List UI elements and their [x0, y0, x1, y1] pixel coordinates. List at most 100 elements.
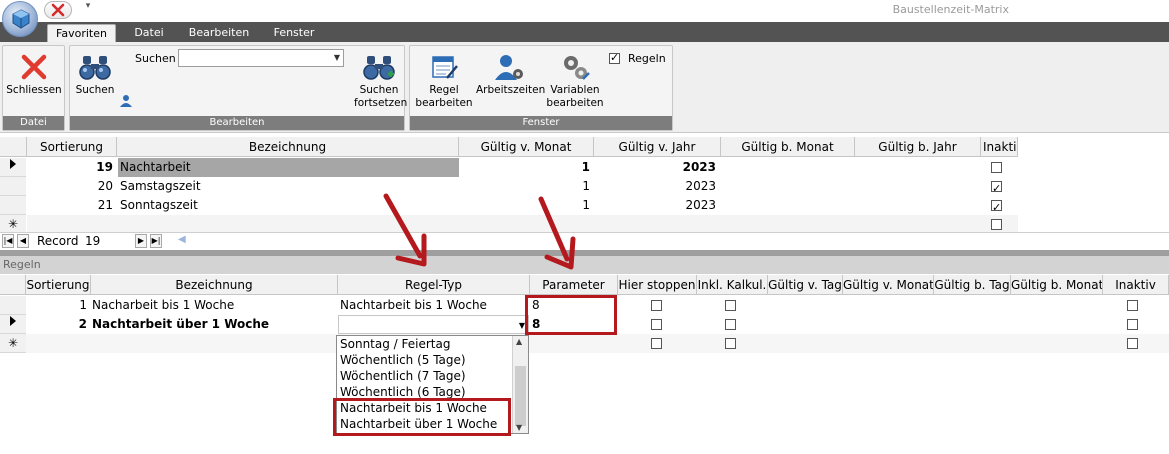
cell-gueltig-v-jahr[interactable]: 2023	[594, 177, 718, 196]
column-header-inkl-kalkul[interactable]: Inkl. Kalkul.	[697, 275, 768, 295]
application-menu-button[interactable]	[2, 1, 38, 37]
column-header-sortierung[interactable]: Sortierung	[26, 275, 91, 295]
checkbox-unchecked[interactable]	[1127, 300, 1138, 311]
cell-gueltig-v-monat[interactable]: 1	[459, 158, 592, 177]
checkbox-unchecked[interactable]	[651, 338, 662, 349]
cell-inkl-kalkul[interactable]	[725, 315, 739, 334]
scrollbar-thumb[interactable]	[515, 366, 526, 426]
dropdown-option[interactable]: Sonntag / Feiertag	[340, 336, 450, 352]
previous-record-icon[interactable]: ◀	[17, 234, 29, 248]
cell-bezeichnung[interactable]: Nachtarbeit über 1 Woche	[91, 315, 337, 334]
scroll-left-icon[interactable]: ◀	[178, 234, 186, 245]
checkbox-unchecked[interactable]	[991, 219, 1002, 230]
checkbox-unchecked[interactable]	[1127, 338, 1138, 349]
column-header-sortierung[interactable]: Sortierung	[27, 137, 117, 157]
cell-bezeichnung[interactable]: Nachtarbeit	[118, 158, 459, 177]
column-header-regel-typ[interactable]: Regel-Typ	[338, 275, 530, 295]
regeln-checkbox[interactable]	[609, 51, 620, 65]
tab-fenster[interactable]: Fenster	[264, 24, 324, 42]
tab-favoriten[interactable]: Favoriten	[47, 24, 116, 42]
cell-inaktiv[interactable]	[1127, 296, 1141, 315]
continue-search-label-line1: Suchen	[359, 84, 399, 96]
cell-inkl-kalkul[interactable]	[725, 296, 739, 315]
checkbox-unchecked[interactable]	[1127, 319, 1138, 330]
close-button[interactable]: Schliessen	[5, 52, 63, 97]
column-header-hier-stoppen[interactable]: Hier stoppen	[618, 275, 697, 295]
cell-sortierung[interactable]: 1	[26, 296, 89, 315]
variables-edit-button[interactable]: Variablen bearbeiten	[543, 52, 607, 110]
chevron-down-icon[interactable]: ▼	[334, 53, 340, 62]
checkbox-unchecked[interactable]	[725, 338, 736, 349]
cell-hier-stoppen[interactable]	[651, 334, 665, 353]
dropdown-scrollbar[interactable]: ▲ ▼	[512, 336, 528, 433]
column-header-bezeichnung[interactable]: Bezeichnung	[91, 275, 338, 295]
worktimes-button[interactable]: Arbeitszeiten	[476, 52, 545, 97]
regel-typ-combobox[interactable]: ▼	[338, 315, 529, 334]
column-header-gueltig-v-monat[interactable]: Gültig v. Monat	[459, 137, 594, 157]
cell-inaktiv[interactable]	[991, 158, 1005, 177]
search-combobox[interactable]: ▼	[178, 49, 344, 67]
checkbox-unchecked[interactable]	[725, 300, 736, 311]
row-selector[interactable]	[0, 177, 26, 196]
cell-sortierung[interactable]: 19	[28, 158, 115, 177]
current-row-arrow-icon	[10, 316, 16, 326]
checkbox-unchecked[interactable]	[651, 319, 662, 330]
checkbox-checked[interactable]	[609, 51, 620, 64]
column-header-bezeichnung[interactable]: Bezeichnung	[117, 137, 459, 157]
cell-gueltig-v-jahr[interactable]: 2023	[594, 196, 718, 215]
checkbox-checked[interactable]	[991, 198, 1002, 215]
row-selector-current[interactable]	[0, 158, 26, 177]
column-header-gueltig-b-monat[interactable]: Gültig b. Monat	[721, 137, 855, 157]
checkbox-unchecked[interactable]	[991, 162, 1002, 173]
cell-regel-typ[interactable]: Nachtarbeit bis 1 Woche	[339, 296, 529, 315]
close-button-label: Schliessen	[6, 84, 62, 96]
column-header-inaktiv[interactable]: Inakti	[981, 137, 1018, 157]
row-selector[interactable]	[0, 196, 26, 215]
column-header-gueltig-b-monat[interactable]: Gültig b. Monat	[1011, 275, 1103, 295]
column-header-gueltig-v-monat[interactable]: Gültig v. Monat	[843, 275, 934, 295]
cell-hier-stoppen[interactable]	[651, 296, 665, 315]
cell-sortierung[interactable]: 2	[26, 315, 89, 334]
column-header-gueltig-v-tag[interactable]: Gültig v. Tag	[768, 275, 843, 295]
dropdown-option[interactable]: Wöchentlich (7 Tage)	[340, 368, 466, 384]
annotation-arrow-icon	[538, 196, 576, 270]
cell-gueltig-v-monat[interactable]: 1	[459, 177, 592, 196]
last-record-icon[interactable]: ▶|	[150, 234, 162, 248]
checkbox-checked[interactable]	[991, 179, 1002, 196]
cell-inaktiv[interactable]	[1127, 334, 1141, 353]
quick-access-close-button[interactable]	[44, 1, 72, 19]
cell-bezeichnung[interactable]: Nacharbeit bis 1 Woche	[91, 296, 337, 315]
column-header-parameter[interactable]: Parameter	[530, 275, 618, 295]
cell-gueltig-v-jahr[interactable]: 2023	[594, 158, 718, 177]
row-selector[interactable]	[0, 296, 26, 315]
scroll-up-icon[interactable]: ▲	[516, 337, 522, 346]
first-record-icon[interactable]: |◀	[2, 234, 14, 248]
column-header-gueltig-v-jahr[interactable]: Gültig v. Jahr	[594, 137, 721, 157]
cell-inkl-kalkul[interactable]	[725, 334, 739, 353]
tab-bearbeiten[interactable]: Bearbeiten	[182, 24, 256, 42]
new-row-selector[interactable]: ✳	[0, 334, 26, 353]
tab-datei[interactable]: Datei	[124, 24, 174, 42]
scroll-down-icon[interactable]: ▼	[516, 423, 522, 432]
cell-sortierung[interactable]: 21	[28, 196, 115, 215]
column-header-inaktiv[interactable]: Inaktiv	[1103, 275, 1169, 295]
record-number-input[interactable]: 19	[85, 234, 132, 249]
checkbox-unchecked[interactable]	[725, 319, 736, 330]
dropdown-option[interactable]: Wöchentlich (5 Tage)	[340, 352, 466, 368]
column-header-gueltig-b-jahr[interactable]: Gültig b. Jahr	[855, 137, 981, 157]
annotation-highlight-options	[333, 398, 511, 436]
cell-inaktiv[interactable]	[1127, 315, 1141, 334]
column-header-gueltig-b-tag[interactable]: Gültig b. Tag	[934, 275, 1011, 295]
cell-hier-stoppen[interactable]	[651, 315, 665, 334]
continue-search-button[interactable]: Suchen fortsetzen	[354, 52, 407, 110]
search-button[interactable]: Suchen	[72, 52, 118, 97]
cell-sortierung[interactable]: 20	[28, 177, 115, 196]
checkbox-unchecked[interactable]	[651, 300, 662, 311]
cell-inaktiv[interactable]	[991, 196, 1005, 215]
next-record-icon[interactable]: ▶	[135, 234, 147, 248]
row-selector-current[interactable]	[0, 315, 26, 334]
cell-inaktiv[interactable]	[991, 177, 1005, 196]
quick-access-dropdown-icon[interactable]: ▾	[82, 1, 94, 17]
rule-edit-button[interactable]: Regel bearbeiten	[413, 52, 475, 110]
new-row-area[interactable]	[26, 334, 1169, 353]
